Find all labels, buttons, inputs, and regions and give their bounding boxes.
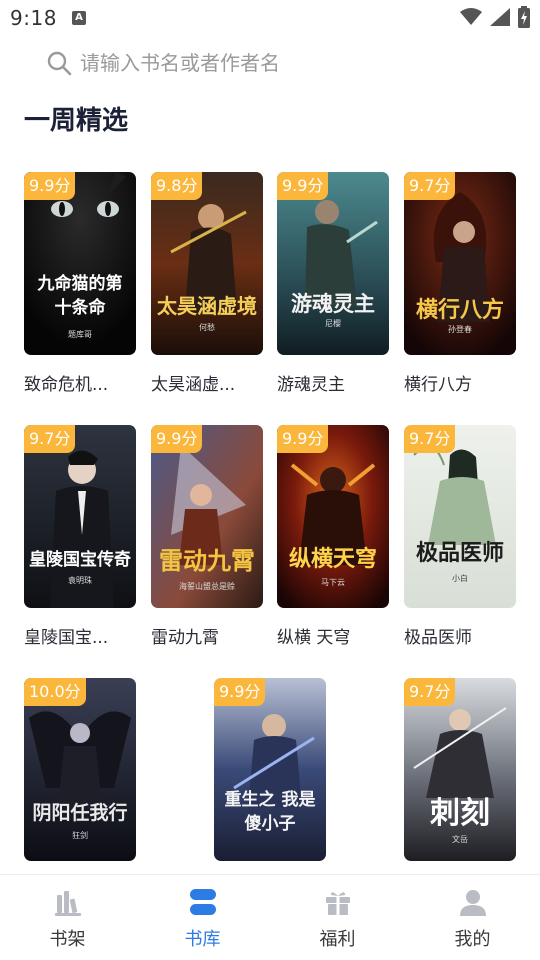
book-title: 游魂灵主 bbox=[277, 375, 345, 395]
nav-item-bookshelf[interactable]: 书架 bbox=[0, 875, 135, 960]
book-card[interactable]: 太昊涵虚境 何愁 9.8分 太昊涵虚... bbox=[151, 172, 263, 395]
book-card[interactable]: 横行八方 孙登春 9.7分 横行八方 bbox=[404, 172, 516, 395]
library-icon bbox=[189, 889, 216, 915]
score-badge: 9.9分 bbox=[277, 172, 329, 200]
cover-title: 皇陵国宝传奇 bbox=[29, 550, 131, 570]
nav-label: 书库 bbox=[184, 929, 221, 950]
gift-icon bbox=[325, 892, 350, 915]
score-badge: 10.0分 bbox=[24, 678, 86, 706]
profile-icon bbox=[459, 890, 486, 916]
score-badge: 9.9分 bbox=[24, 172, 76, 200]
score-badge: 9.7分 bbox=[404, 172, 456, 200]
cover-title: 刺刻 bbox=[430, 796, 490, 831]
book-card[interactable]: 刺刻 文岳 9.7分 bbox=[404, 678, 516, 861]
section-title: 一周精选 bbox=[24, 106, 129, 136]
cover-author: 题库哥 bbox=[68, 330, 92, 339]
book-title: 极品医师 bbox=[404, 628, 472, 648]
nav-item-profile[interactable]: 我的 bbox=[405, 875, 540, 960]
book-card[interactable]: 重生之 我是傻小子 9.9分 bbox=[214, 678, 326, 861]
book-cover[interactable]: 横行八方 孙登春 9.7分 bbox=[404, 172, 516, 355]
battery-icon bbox=[518, 6, 530, 28]
cover-title: 纵横天穹 bbox=[288, 546, 377, 572]
book-cover[interactable]: 皇陵国宝传奇 袁明珠 9.7分 bbox=[24, 425, 136, 608]
cover-title: 雷动九霄 bbox=[159, 546, 255, 575]
cover-author: 马下云 bbox=[321, 578, 345, 587]
nav-label: 书架 bbox=[49, 929, 86, 950]
bottom-navigation: 书架 书库 福利 我的 bbox=[0, 874, 540, 960]
book-cover[interactable]: 重生之 我是傻小子 9.9分 bbox=[214, 678, 326, 861]
cover-author: 何愁 bbox=[199, 323, 215, 332]
book-card[interactable]: 雷动九霄 海誓山盟总是赊 9.9分 雷动九霄 bbox=[151, 425, 263, 648]
nav-label: 我的 bbox=[454, 929, 491, 950]
cover-title: 太昊涵虚境 bbox=[157, 294, 257, 318]
book-card[interactable]: 极品医师 小白 9.7分 极品医师 bbox=[404, 425, 516, 648]
status-time: 9:18 bbox=[10, 6, 57, 30]
book-title: 纵横 天穹 bbox=[277, 628, 351, 648]
cover-title: 游魂灵主 bbox=[291, 291, 375, 316]
cover-author: 狂剑 bbox=[72, 831, 88, 840]
cover-author: 文岳 bbox=[452, 835, 468, 844]
book-card[interactable]: 阴阳任我行 狂剑 10.0分 bbox=[24, 678, 136, 861]
book-cover[interactable]: 极品医师 小白 9.7分 bbox=[404, 425, 516, 608]
search-bar[interactable] bbox=[40, 44, 500, 82]
cover-title: 阴阳任我行 bbox=[32, 802, 128, 824]
book-cover[interactable]: 雷动九霄 海誓山盟总是赊 9.9分 bbox=[151, 425, 263, 608]
cover-author: 袁明珠 bbox=[68, 576, 92, 585]
status-bar: 9:18 A bbox=[0, 0, 540, 36]
book-cover[interactable]: 游魂灵主 尼樱 9.9分 bbox=[277, 172, 389, 355]
wifi-icon bbox=[460, 8, 482, 25]
book-card[interactable]: 纵横天穹 马下云 9.9分 纵横 天穹 bbox=[277, 425, 389, 648]
cover-title: 横行八方 bbox=[415, 297, 504, 323]
status-icons bbox=[460, 6, 530, 28]
score-badge: 9.7分 bbox=[404, 425, 456, 453]
book-card[interactable]: 游魂灵主 尼樱 9.9分 游魂灵主 bbox=[277, 172, 389, 395]
book-cover[interactable]: 九命猫的第十条命 题库哥 9.9分 bbox=[24, 172, 136, 355]
cover-author: 小白 bbox=[452, 574, 468, 583]
nav-item-rewards[interactable]: 福利 bbox=[270, 875, 405, 960]
search-input[interactable] bbox=[80, 51, 460, 75]
score-badge: 9.9分 bbox=[151, 425, 203, 453]
score-badge: 9.7分 bbox=[404, 678, 456, 706]
cover-author: 孙登春 bbox=[448, 325, 472, 334]
book-title: 皇陵国宝... bbox=[24, 628, 109, 648]
book-cover[interactable]: 刺刻 文岳 9.7分 bbox=[404, 678, 516, 861]
score-badge: 9.7分 bbox=[24, 425, 76, 453]
nav-label: 福利 bbox=[319, 929, 356, 950]
score-badge: 9.8分 bbox=[151, 172, 203, 200]
signal-icon bbox=[490, 8, 510, 26]
search-icon bbox=[47, 51, 72, 76]
book-card[interactable]: 九命猫的第十条命 题库哥 9.9分 致命危机... bbox=[24, 172, 136, 395]
book-title: 雷动九霄 bbox=[151, 628, 219, 648]
cover-author: 尼樱 bbox=[325, 319, 341, 328]
bookshelf-icon bbox=[54, 891, 81, 916]
score-badge: 9.9分 bbox=[214, 678, 266, 706]
nav-item-library[interactable]: 书库 bbox=[135, 875, 270, 960]
notification-a-icon: A bbox=[72, 11, 86, 25]
book-card[interactable]: 皇陵国宝传奇 袁明珠 9.7分 皇陵国宝... bbox=[24, 425, 136, 648]
book-cover[interactable]: 阴阳任我行 狂剑 10.0分 bbox=[24, 678, 136, 861]
score-badge: 9.9分 bbox=[277, 425, 329, 453]
book-title: 致命危机... bbox=[24, 375, 109, 395]
book-title: 横行八方 bbox=[404, 375, 472, 395]
cover-title: 九命猫的第十条命 bbox=[37, 274, 123, 318]
book-cover[interactable]: 纵横天穹 马下云 9.9分 bbox=[277, 425, 389, 608]
book-title: 太昊涵虚... bbox=[151, 375, 236, 395]
book-cover[interactable]: 太昊涵虚境 何愁 9.8分 bbox=[151, 172, 263, 355]
cover-title: 极品医师 bbox=[415, 540, 504, 566]
cover-author: 海誓山盟总是赊 bbox=[179, 582, 235, 591]
cover-title: 重生之 我是傻小子 bbox=[224, 790, 316, 834]
